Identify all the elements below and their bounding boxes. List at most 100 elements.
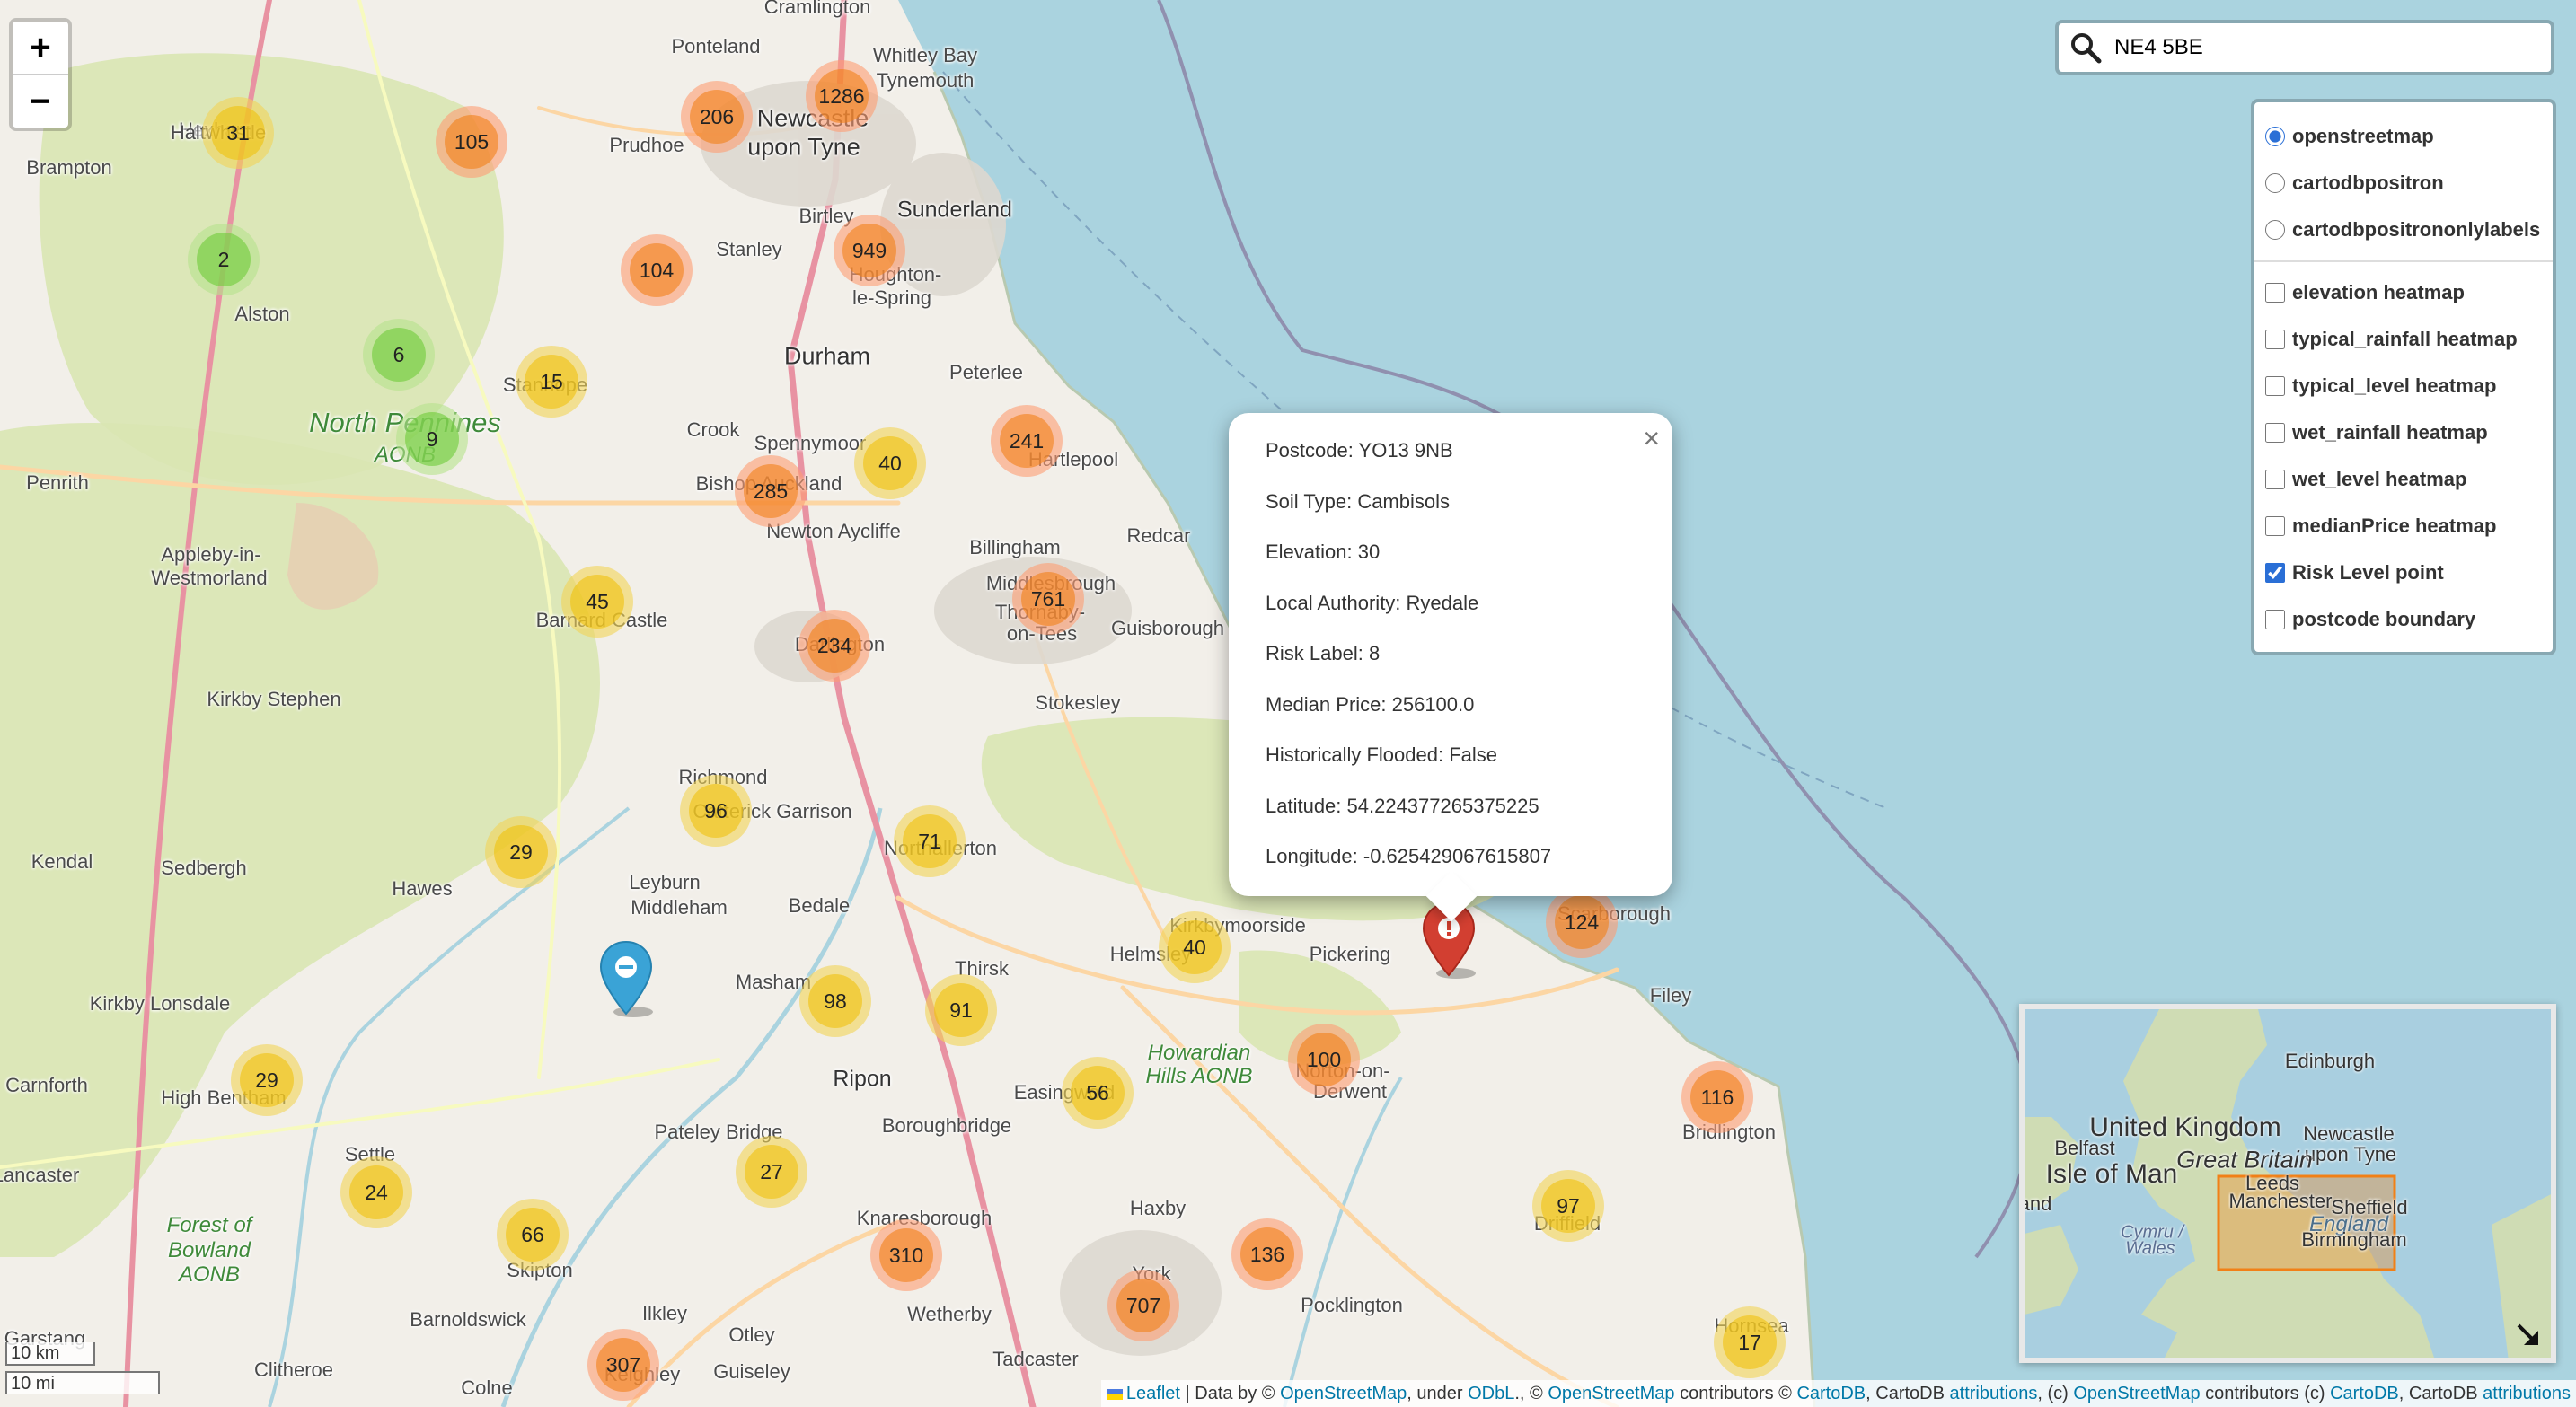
marker-cluster[interactable]: 24 (340, 1156, 412, 1228)
minimap[interactable]: Edinburgh United Kingdom Newcastle upon Tyn… (2019, 1004, 2556, 1363)
odbl-link[interactable]: ODbL (1468, 1384, 1514, 1403)
marker-cluster[interactable]: 15 (516, 346, 587, 418)
cluster-count: 136 (1240, 1227, 1294, 1281)
scale-km: 10 km (5, 1342, 95, 1366)
place-label: Guisborough (1111, 617, 1224, 639)
overlay-option[interactable]: Risk Level point (2265, 550, 2545, 596)
overlay-option[interactable]: elevation heatmap (2265, 269, 2545, 316)
marker-cluster[interactable]: 27 (736, 1136, 807, 1208)
zoom-control: + − (9, 18, 72, 131)
marker-cluster[interactable]: 97 (1532, 1170, 1604, 1242)
overlay-option[interactable]: wet_level heatmap (2265, 456, 2545, 503)
cluster-count: 761 (1021, 572, 1075, 626)
popup-close-button[interactable]: × (1643, 422, 1660, 455)
attributions-link[interactable]: attributions (1950, 1384, 2038, 1403)
minimap-toggle-icon[interactable] (2513, 1320, 2544, 1350)
marker-cluster[interactable]: 949 (834, 215, 905, 286)
overlay-checkbox[interactable] (2265, 563, 2285, 583)
marker-cluster[interactable]: 124 (1546, 886, 1618, 958)
place-label: Kirkby Lonsdale (89, 992, 231, 1015)
base-layer-radio[interactable] (2265, 173, 2285, 193)
search-box (2055, 20, 2554, 75)
cluster-count: 949 (842, 224, 896, 277)
location-marker[interactable] (597, 940, 655, 1022)
marker-cluster[interactable]: 1286 (806, 60, 878, 132)
attrib-text: , CartoDB (2398, 1384, 2478, 1403)
place-label: Stokesley (1035, 691, 1121, 714)
marker-cluster[interactable]: 761 (1012, 563, 1084, 635)
marker-cluster[interactable]: 307 (587, 1329, 659, 1401)
search-input[interactable] (2113, 34, 2538, 61)
marker-cluster[interactable]: 91 (925, 974, 997, 1046)
marker-cluster[interactable]: 285 (735, 455, 807, 527)
cartodb-link[interactable]: CartoDB (2330, 1384, 2399, 1403)
cluster-count: 104 (630, 243, 684, 297)
osm-link[interactable]: OpenStreetMap (1548, 1384, 1674, 1403)
leaflet-link[interactable]: Leaflet (1126, 1384, 1180, 1403)
place-label: Ponteland (671, 35, 761, 57)
marker-cluster[interactable]: 17 (1714, 1306, 1786, 1378)
marker-cluster[interactable]: 29 (485, 816, 557, 888)
marker-cluster[interactable]: 310 (870, 1219, 942, 1291)
marker-cluster[interactable]: 40 (1159, 911, 1231, 983)
marker-cluster[interactable]: 116 (1681, 1061, 1753, 1133)
place-label: Carnforth (5, 1074, 88, 1096)
layer-label: cartodbpositron (2292, 171, 2444, 194)
zoom-out-button[interactable]: − (13, 74, 68, 128)
marker-cluster[interactable]: 29 (231, 1044, 303, 1116)
overlay-option[interactable]: wet_rainfall heatmap (2265, 409, 2545, 456)
base-layer-option[interactable]: cartodbpositron (2265, 160, 2545, 207)
overlay-option[interactable]: postcode boundary (2265, 596, 2545, 643)
marker-cluster[interactable]: 66 (497, 1199, 569, 1271)
cluster-count: 98 (808, 974, 862, 1028)
overlay-checkbox[interactable] (2265, 330, 2285, 349)
place-label: Leyburn (629, 871, 701, 893)
marker-cluster[interactable]: 40 (854, 427, 926, 499)
marker-cluster[interactable]: 56 (1062, 1057, 1134, 1129)
marker-cluster[interactable]: 136 (1231, 1218, 1303, 1290)
marker-cluster[interactable]: 71 (894, 805, 966, 877)
minimap-label: and (2019, 1192, 2052, 1215)
osm-link[interactable]: OpenStreetMap (1280, 1384, 1407, 1403)
marker-cluster[interactable]: 105 (436, 106, 507, 178)
attributions-link[interactable]: attributions (2483, 1384, 2571, 1403)
marker-cluster[interactable]: 234 (798, 610, 870, 682)
marker-cluster[interactable]: 241 (991, 405, 1063, 477)
overlay-checkbox[interactable] (2265, 610, 2285, 629)
marker-cluster[interactable]: 6 (363, 319, 435, 391)
marker-cluster[interactable]: 98 (799, 965, 871, 1037)
overlay-checkbox[interactable] (2265, 283, 2285, 303)
marker-cluster[interactable]: 31 (202, 97, 274, 169)
overlay-checkbox[interactable] (2265, 376, 2285, 396)
cluster-count: 2 (197, 233, 251, 286)
cartodb-link[interactable]: CartoDB (1796, 1384, 1866, 1403)
marker-cluster[interactable]: 9 (396, 403, 468, 475)
place-label: Hawes (392, 877, 453, 900)
base-layer-option[interactable]: cartodbpositrononlylabels (2265, 207, 2545, 253)
overlay-checkbox[interactable] (2265, 516, 2285, 536)
marker-cluster[interactable]: 45 (561, 566, 633, 638)
cluster-count: 45 (570, 575, 624, 629)
layer-label: Risk Level point (2292, 561, 2444, 584)
overlay-option[interactable]: medianPrice heatmap (2265, 503, 2545, 550)
marker-cluster[interactable]: 100 (1288, 1024, 1360, 1095)
place-label: Alston (234, 303, 290, 325)
overlay-option[interactable]: typical_rainfall heatmap (2265, 316, 2545, 363)
aonb-label: Howardian (1147, 1041, 1251, 1065)
base-layer-radio[interactable] (2265, 127, 2285, 146)
popup-field: Soil Type: Cambisols (1266, 489, 1451, 513)
overlay-checkbox[interactable] (2265, 470, 2285, 489)
base-layer-radio[interactable] (2265, 220, 2285, 240)
overlay-option[interactable]: typical_level heatmap (2265, 363, 2545, 409)
marker-cluster[interactable]: 96 (680, 775, 752, 847)
marker-cluster[interactable]: 2 (188, 224, 260, 295)
zoom-in-button[interactable]: + (13, 22, 68, 74)
marker-cluster[interactable]: 206 (681, 81, 753, 153)
base-layer-option[interactable]: openstreetmap (2265, 113, 2545, 160)
marker-cluster[interactable]: 707 (1107, 1270, 1179, 1341)
search-icon[interactable] (2059, 31, 2113, 64)
overlay-checkbox[interactable] (2265, 423, 2285, 443)
cluster-count: 66 (506, 1208, 560, 1262)
osm-link[interactable]: OpenStreetMap (2073, 1384, 2200, 1403)
marker-cluster[interactable]: 104 (621, 234, 693, 306)
